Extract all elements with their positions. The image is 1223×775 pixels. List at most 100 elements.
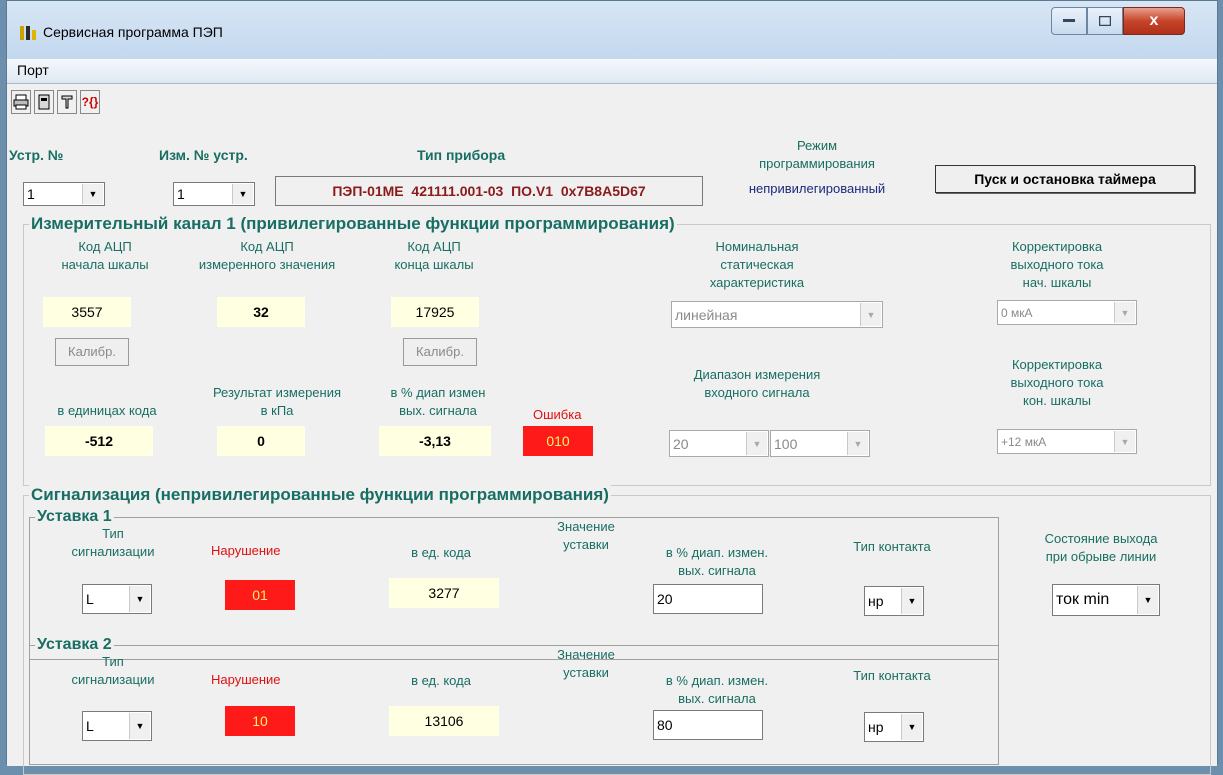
setpoint-1-violation-label: Нарушение xyxy=(211,543,281,558)
adc-meas-label-line2: измеренного значения xyxy=(198,257,336,272)
meas-device-number-label: Изм. № устр. xyxy=(159,147,248,163)
setpoint-1-value-label-line2: уставки xyxy=(563,537,609,552)
adc-end-label-line1: Код АЦП xyxy=(407,239,461,254)
setpoint-2-type-value: L xyxy=(86,718,94,734)
mode-value: непривилегированный xyxy=(748,181,886,196)
range-to-select[interactable]: 100 ▼ xyxy=(770,430,870,457)
setpoint-1-value-label: Значение уставки xyxy=(541,518,631,554)
corr-end-label-line3: кон. шкалы xyxy=(1022,393,1092,408)
result-label-line1: Результат измерения xyxy=(212,385,342,400)
adc-start-label-line2: начала шкалы xyxy=(61,257,149,272)
timer-start-stop-button[interactable]: Пуск и остановка таймера xyxy=(935,165,1195,193)
setpoint-1-violation-indicator: 01 xyxy=(225,580,295,610)
corr-end-select[interactable]: +12 мкА ▼ xyxy=(997,429,1137,454)
setpoint-2-type-label-line1: Тип xyxy=(102,654,124,669)
setpoint-2-pct-input[interactable]: 80 xyxy=(653,710,763,740)
adc-end-label-line2: конца шкалы xyxy=(394,257,474,272)
setpoint-2-value-label-line2: уставки xyxy=(563,665,609,680)
setpoint-2-pct-label: в % диап. измен. вых. сигнала xyxy=(647,672,787,708)
help-icon[interactable]: ?{} xyxy=(80,90,100,114)
corr-end-label-line1: Корректировка xyxy=(1011,357,1103,372)
corr-start-select[interactable]: 0 мкА ▼ xyxy=(997,300,1137,325)
calibrate-start-button[interactable]: Калибр. xyxy=(55,338,129,366)
setpoint-2-type-label: Тип сигнализации xyxy=(53,653,173,689)
setpoint-1-contact-value: нр xyxy=(868,593,884,609)
corr-start-label-line3: нач. шкалы xyxy=(1022,275,1092,290)
meas-device-number-value: 1 xyxy=(177,186,185,202)
setpoint-1-title: Уставка 1 xyxy=(35,507,114,527)
meas-device-number-select[interactable]: 1 ▼ xyxy=(173,182,255,206)
minimize-button[interactable] xyxy=(1051,7,1087,35)
chevron-down-icon: ▼ xyxy=(860,303,881,326)
setpoint-1-type-select[interactable]: L ▼ xyxy=(82,584,152,614)
setpoint-1-contact-select[interactable]: нр ▼ xyxy=(864,586,924,616)
window-title: Сервисная программа ПЭП xyxy=(43,24,223,40)
range-label: Диапазон измерения входного сигнала xyxy=(667,366,847,402)
setpoint-2-type-label-line2: сигнализации xyxy=(71,672,155,687)
corr-start-label-line2: выходного тока xyxy=(1010,257,1104,272)
corr-end-label-line2: выходного тока xyxy=(1010,375,1104,390)
percent-range-label: в % диап измен вых. сигнала xyxy=(373,384,503,420)
setpoint-2-value-label-line1: Значение xyxy=(557,647,615,662)
close-button[interactable]: x xyxy=(1123,7,1185,35)
static-characteristic-select[interactable]: линейная ▼ xyxy=(671,301,883,328)
main-panel: Устр. № 1 ▼ Изм. № устр. 1 ▼ Тип прибора… xyxy=(7,120,1217,775)
app-icon xyxy=(19,24,37,42)
setpoint-2-violation-indicator: 10 xyxy=(225,706,295,736)
device-type-value: ПЭП-01МЕ 421111.001-03 ПО.V1 0x7B8A5D67 xyxy=(275,176,703,206)
break-state-label-line1: Состояние выхода xyxy=(1044,531,1158,546)
setpoint-1-pct-input[interactable]: 20 xyxy=(653,584,763,614)
chevron-down-icon: ▼ xyxy=(129,713,150,739)
setpoint-2-pct-label-line1: в % диап. измен. xyxy=(665,673,769,688)
result-label: Результат измерения в кПа xyxy=(187,384,367,420)
printer-icon[interactable] xyxy=(11,90,31,114)
device-number-value: 1 xyxy=(27,186,35,202)
mode-label-line1: Режим xyxy=(796,138,838,153)
error-label: Ошибка xyxy=(533,407,582,422)
toolbar: ?{} xyxy=(7,84,1217,120)
setpoint-2-violation-label: Нарушение xyxy=(211,672,281,687)
setpoint-1-pct-label: в % диап. измен. вых. сигнала xyxy=(647,544,787,580)
title-bar[interactable]: Сервисная программа ПЭП x xyxy=(7,1,1217,59)
adc-start-label: Код АЦП начала шкалы xyxy=(37,238,173,274)
device-number-label: Устр. № xyxy=(9,147,64,163)
adc-start-label-line1: Код АЦП xyxy=(78,239,132,254)
tool-icon[interactable] xyxy=(57,90,77,114)
static-characteristic-label-line2: статическая xyxy=(720,257,794,272)
setpoint-2-type-select[interactable]: L ▼ xyxy=(82,711,152,741)
percent-range-label-line2: вых. сигнала xyxy=(399,403,477,418)
calibrate-end-button[interactable]: Калибр. xyxy=(403,338,477,366)
break-state-label-line2: при обрыве линии xyxy=(1045,549,1157,564)
setpoint-1-value-label-line1: Значение xyxy=(557,519,615,534)
chevron-down-icon: ▼ xyxy=(746,432,767,455)
corr-end-value: +12 мкА xyxy=(1001,434,1047,449)
chevron-down-icon: ▼ xyxy=(232,184,253,204)
chevron-down-icon: ▼ xyxy=(129,586,150,612)
corr-start-label-line1: Корректировка xyxy=(1011,239,1103,254)
maximize-button[interactable] xyxy=(1087,7,1123,35)
setpoint-2-code-field: 13106 xyxy=(389,706,499,736)
percent-range-label-line1: в % диап измен xyxy=(390,385,486,400)
device-icon[interactable] xyxy=(34,90,54,114)
mode-label: Режим программирования xyxy=(707,137,927,173)
setpoint-2-contact-label: Тип контакта xyxy=(853,668,931,683)
menu-item-port[interactable]: Порт xyxy=(17,62,49,78)
app-window: Сервисная программа ПЭП x Порт ?{} Устр.… xyxy=(6,0,1218,775)
menu-bar: Порт xyxy=(7,59,1217,84)
setpoint-1-type-label: Тип сигнализации xyxy=(53,525,173,561)
setpoint-1-code-field: 3277 xyxy=(389,578,499,608)
setpoint-2-group xyxy=(29,645,999,765)
measurement-channel-title: Измерительный канал 1 (привилегированные… xyxy=(29,214,677,234)
corr-start-value: 0 мкА xyxy=(1001,305,1033,320)
break-state-select[interactable]: ток min ▼ xyxy=(1052,584,1160,616)
result-field: 0 xyxy=(217,426,305,456)
break-state-value: ток min xyxy=(1056,591,1110,608)
range-from-select[interactable]: 20 ▼ xyxy=(669,430,769,457)
units-code-field: -512 xyxy=(45,426,153,456)
setpoint-2-contact-select[interactable]: нр ▼ xyxy=(864,712,924,742)
adc-end-field: 17925 xyxy=(391,297,479,327)
adc-meas-label-line1: Код АЦП xyxy=(240,239,294,254)
device-number-select[interactable]: 1 ▼ xyxy=(23,182,105,206)
units-code-label: в единицах кода xyxy=(57,403,157,418)
chevron-down-icon: ▼ xyxy=(1114,302,1135,323)
